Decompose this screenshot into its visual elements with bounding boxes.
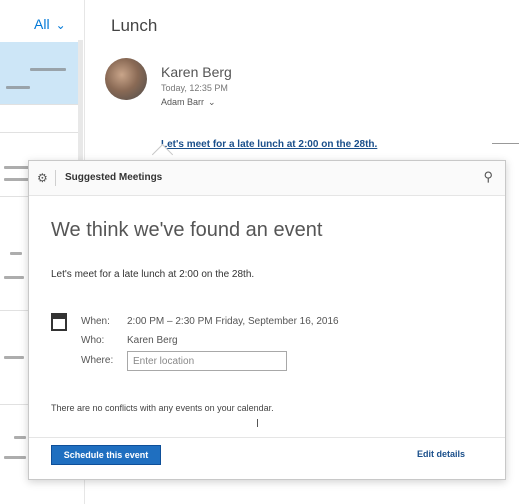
list-item-text	[4, 276, 24, 279]
settings-icon[interactable]: ⚙	[37, 171, 48, 185]
location-input[interactable]	[127, 351, 287, 371]
who-value: Karen Berg	[127, 335, 178, 346]
list-item-selected[interactable]	[0, 42, 78, 104]
text-cursor	[257, 419, 258, 427]
filter-dropdown[interactable]: All ⌄	[34, 16, 66, 32]
suggested-meeting-popup: ⚙ Suggested Meetings ⚲ We think we've fo…	[28, 160, 506, 480]
divider	[492, 143, 519, 144]
chevron-down-icon: ⌄	[208, 97, 216, 107]
list-item-text	[4, 456, 26, 459]
when-value: 2:00 PM – 2:30 PM Friday, September 16, …	[127, 316, 339, 327]
sender-avatar[interactable]	[105, 58, 147, 100]
chevron-down-icon: ⌄	[55, 18, 66, 32]
recipients[interactable]: Adam Barr ⌄	[161, 97, 216, 108]
when-label: When:	[81, 316, 110, 327]
edit-details-link[interactable]: Edit details	[417, 449, 465, 459]
popup-heading: We think we've found an event	[51, 219, 323, 241]
filter-label: All	[34, 16, 50, 32]
list-item-text	[4, 356, 24, 359]
list-item-text	[10, 252, 22, 255]
list-item-text	[6, 86, 30, 89]
list-item-text	[14, 436, 26, 439]
list-divider	[0, 104, 78, 105]
schedule-event-button[interactable]: Schedule this event	[51, 445, 161, 465]
popup-header: ⚙ Suggested Meetings ⚲	[29, 161, 505, 196]
message-subject: Lunch	[111, 16, 158, 35]
recipients-name: Adam Barr	[161, 97, 205, 107]
detected-event-link[interactable]: Let's meet for a late lunch at 2:00 on t…	[161, 139, 377, 150]
popup-title: Suggested Meetings	[65, 172, 163, 183]
who-label: Who:	[81, 335, 105, 346]
conflicts-text: There are no conflicts with any events o…	[51, 403, 274, 413]
header-separator	[55, 170, 56, 186]
calendar-icon	[51, 313, 67, 331]
sent-date: Today, 12:35 PM	[161, 83, 228, 93]
footer-divider	[29, 437, 505, 438]
where-label: Where:	[81, 355, 114, 366]
list-item-text	[30, 68, 66, 71]
detected-sentence: Let's meet for a late lunch at 2:00 on t…	[51, 269, 255, 280]
list-divider	[0, 132, 78, 133]
pin-icon[interactable]: ⚲	[483, 169, 493, 185]
sender-name[interactable]: Karen Berg	[161, 64, 232, 80]
